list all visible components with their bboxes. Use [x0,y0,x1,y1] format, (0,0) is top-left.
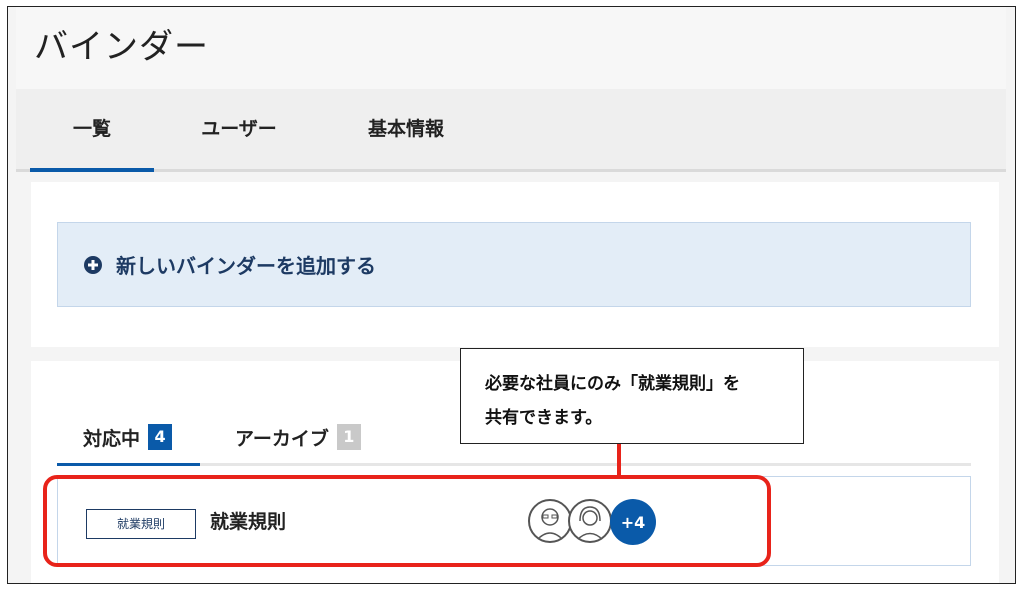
binder-category-tag: 就業規則 [86,509,196,539]
tab-list[interactable]: 一覧 [30,89,154,172]
count-badge: 1 [336,424,361,450]
member-avatars[interactable]: +4 [528,499,668,545]
avatar-icon [568,499,612,543]
count-badge: 4 [148,424,173,450]
tab-users[interactable]: ユーザー [184,89,294,169]
tab-in-progress[interactable]: 対応中 4 [57,411,201,466]
binder-title: 就業規則 [210,511,287,533]
main-nav: 一覧 ユーザー 基本情報 [16,89,1006,172]
more-members-badge[interactable]: +4 [610,499,656,545]
page-title: バインダー [34,27,209,67]
callout-line-1: 必要な社員にのみ「就業規則」を [485,374,740,394]
tab-label: 一覧 [72,118,111,140]
tab-label: 基本情報 [367,118,444,140]
tab-label: 対応中 [83,427,141,450]
tab-label: ユーザー [201,118,277,140]
callout-line-2: 共有できます。 [485,408,603,428]
app-window: バインダー 一覧 ユーザー 基本情報 新しいバインダーを追加する 対応中 4 ア… [7,6,1016,584]
add-binder-label: 新しいバインダーを追加する [116,254,376,278]
add-binder-card: 新しいバインダーを追加する [31,182,999,347]
plus-circle-icon [84,255,102,274]
tab-archive[interactable]: アーカイブ 1 [235,411,361,463]
tab-label: アーカイブ [235,427,329,450]
app-header: バインダー [16,7,1006,89]
callout-connector [617,444,621,477]
avatar-icon [528,499,572,543]
tab-basic-info[interactable]: 基本情報 [351,89,461,169]
callout-box: 必要な社員にのみ「就業規則」を 共有できます。 [460,348,804,444]
binder-row[interactable]: 就業規則 就業規則 +4 [57,476,971,566]
add-binder-button[interactable]: 新しいバインダーを追加する [57,222,971,307]
